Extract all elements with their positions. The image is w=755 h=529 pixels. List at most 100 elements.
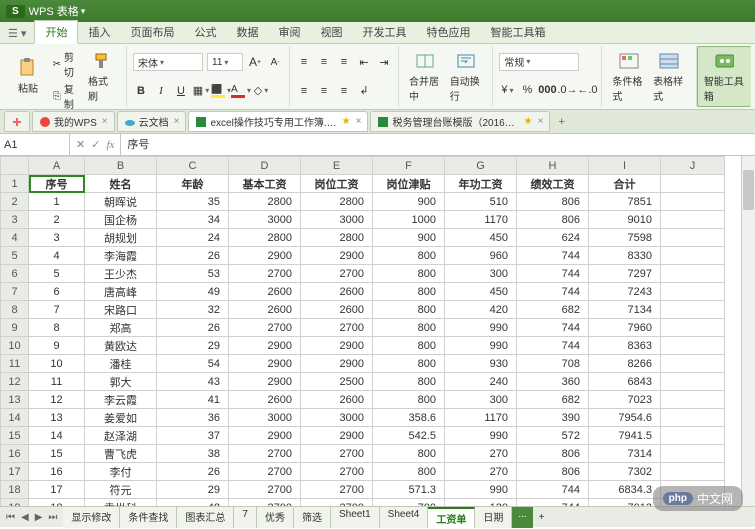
sheet-next-icon[interactable]: ▶ — [33, 512, 45, 523]
cell[interactable]: 黄欧达 — [85, 337, 157, 355]
cell[interactable]: 2900 — [301, 427, 373, 445]
cell[interactable]: 2700 — [229, 319, 301, 337]
cut-button[interactable]: ✂ 剪切 — [50, 48, 80, 80]
cell[interactable]: 990 — [445, 427, 517, 445]
cell[interactable]: 744 — [517, 337, 589, 355]
cell[interactable]: 李海霞 — [85, 247, 157, 265]
cell[interactable]: 26 — [157, 319, 229, 337]
cell[interactable]: 姜爱如 — [85, 409, 157, 427]
cell[interactable]: 48 — [157, 499, 229, 507]
column-header[interactable]: D — [229, 157, 301, 175]
cell[interactable]: 3 — [29, 229, 85, 247]
cell[interactable]: 806 — [517, 445, 589, 463]
sheet-tab[interactable]: 优秀 — [257, 507, 294, 528]
cell[interactable]: 2700 — [301, 265, 373, 283]
cell[interactable]: 744 — [517, 247, 589, 265]
cell[interactable]: 2700 — [229, 445, 301, 463]
column-header[interactable]: B — [85, 157, 157, 175]
spreadsheet-grid[interactable]: ABCDEFGHIJ1序号姓名年龄基本工资岗位工资岗位津贴年功工资绩效工资合计2… — [0, 156, 755, 506]
cell[interactable]: 32 — [157, 301, 229, 319]
column-header[interactable]: G — [445, 157, 517, 175]
cell[interactable]: 基本工资 — [229, 175, 301, 193]
cell[interactable]: 8266 — [589, 355, 661, 373]
cell[interactable]: 15 — [29, 445, 85, 463]
cell[interactable]: 49 — [157, 283, 229, 301]
align-center-button[interactable]: ≡ — [316, 83, 332, 99]
ribbon-tab-layout[interactable]: 页面布局 — [120, 21, 184, 43]
cell[interactable]: 7851 — [589, 193, 661, 211]
cell[interactable]: 4 — [29, 247, 85, 265]
cell[interactable]: 24 — [157, 229, 229, 247]
cell[interactable]: 41 — [157, 391, 229, 409]
cell[interactable]: 270 — [445, 445, 517, 463]
sheet-tab[interactable]: 筛选 — [294, 507, 331, 528]
cell[interactable]: 6 — [29, 283, 85, 301]
cell[interactable]: 744 — [517, 319, 589, 337]
cell[interactable]: 郑高 — [85, 319, 157, 337]
cell[interactable]: 17 — [29, 481, 85, 499]
cell[interactable]: 800 — [373, 319, 445, 337]
cell[interactable] — [661, 409, 725, 427]
cell[interactable]: 7012 — [589, 499, 661, 507]
cell[interactable]: 2600 — [301, 301, 373, 319]
cell[interactable]: 682 — [517, 391, 589, 409]
cell[interactable]: 9010 — [589, 211, 661, 229]
cell[interactable] — [661, 193, 725, 211]
align-middle-button[interactable]: ≡ — [316, 54, 332, 70]
cell[interactable] — [661, 427, 725, 445]
percent-button[interactable]: % — [519, 82, 535, 98]
cell[interactable]: 29 — [157, 481, 229, 499]
cell[interactable]: 2500 — [301, 373, 373, 391]
cell[interactable]: 744 — [517, 265, 589, 283]
row-header[interactable]: 4 — [1, 229, 29, 247]
cell[interactable]: 年功工资 — [445, 175, 517, 193]
cell[interactable]: 960 — [445, 247, 517, 265]
cell[interactable] — [661, 319, 725, 337]
cond-format-button[interactable]: 条件格式 — [608, 48, 649, 105]
cell[interactable]: 7297 — [589, 265, 661, 283]
ribbon-tab-home[interactable]: 开始 — [34, 20, 78, 44]
fill-color-button[interactable]: ⬛▾ — [213, 83, 229, 99]
column-header[interactable]: J — [661, 157, 725, 175]
cell[interactable]: 806 — [517, 463, 589, 481]
increase-font-button[interactable]: A+ — [247, 54, 263, 70]
align-bottom-button[interactable]: ≡ — [336, 54, 352, 70]
cell[interactable]: 1170 — [445, 211, 517, 229]
cell[interactable]: 2900 — [229, 355, 301, 373]
fx-icon[interactable]: fx — [106, 139, 114, 151]
number-format-select[interactable]: 常规▾ — [499, 53, 579, 71]
cell[interactable]: 990 — [445, 337, 517, 355]
close-icon[interactable]: × — [102, 116, 108, 127]
decrease-font-button[interactable]: A- — [267, 54, 283, 70]
cell[interactable]: 3000 — [301, 211, 373, 229]
cell[interactable]: 300 — [445, 265, 517, 283]
cell[interactable] — [661, 175, 725, 193]
align-right-button[interactable]: ≡ — [336, 83, 352, 99]
ribbon-tab-formula[interactable]: 公式 — [184, 21, 226, 43]
cell[interactable]: 806 — [517, 193, 589, 211]
cell[interactable]: 8 — [29, 319, 85, 337]
scrollbar-thumb[interactable] — [743, 170, 754, 210]
add-tab-button[interactable]: + — [552, 114, 570, 130]
document-tab[interactable]: 云文档× — [117, 111, 187, 132]
cell[interactable]: 2700 — [301, 499, 373, 507]
cell[interactable]: 744 — [517, 283, 589, 301]
border-button[interactable]: ▦▾ — [193, 83, 209, 99]
copy-button[interactable]: ⎘ 复制 — [50, 80, 80, 112]
align-left-button[interactable]: ≡ — [296, 83, 312, 99]
cell[interactable]: 2700 — [301, 463, 373, 481]
sheet-tab[interactable]: 日期 — [475, 507, 512, 528]
smart-tools-button[interactable]: 智能工具箱 — [700, 49, 749, 105]
font-size-select[interactable]: 11▾ — [207, 53, 243, 71]
cell[interactable]: 800 — [373, 301, 445, 319]
document-tab[interactable]: 我的WPS× — [32, 111, 115, 132]
merge-center-button[interactable]: 合并居中 — [405, 48, 446, 105]
select-all-corner[interactable] — [1, 157, 29, 175]
row-header[interactable]: 11 — [1, 355, 29, 373]
sheet-prev-icon[interactable]: ◀ — [19, 512, 31, 523]
increase-decimal-button[interactable]: .0→ — [559, 82, 575, 98]
cell[interactable]: 624 — [517, 229, 589, 247]
cell[interactable]: 800 — [373, 445, 445, 463]
column-header[interactable]: A — [29, 157, 85, 175]
close-icon[interactable]: × — [174, 116, 180, 127]
